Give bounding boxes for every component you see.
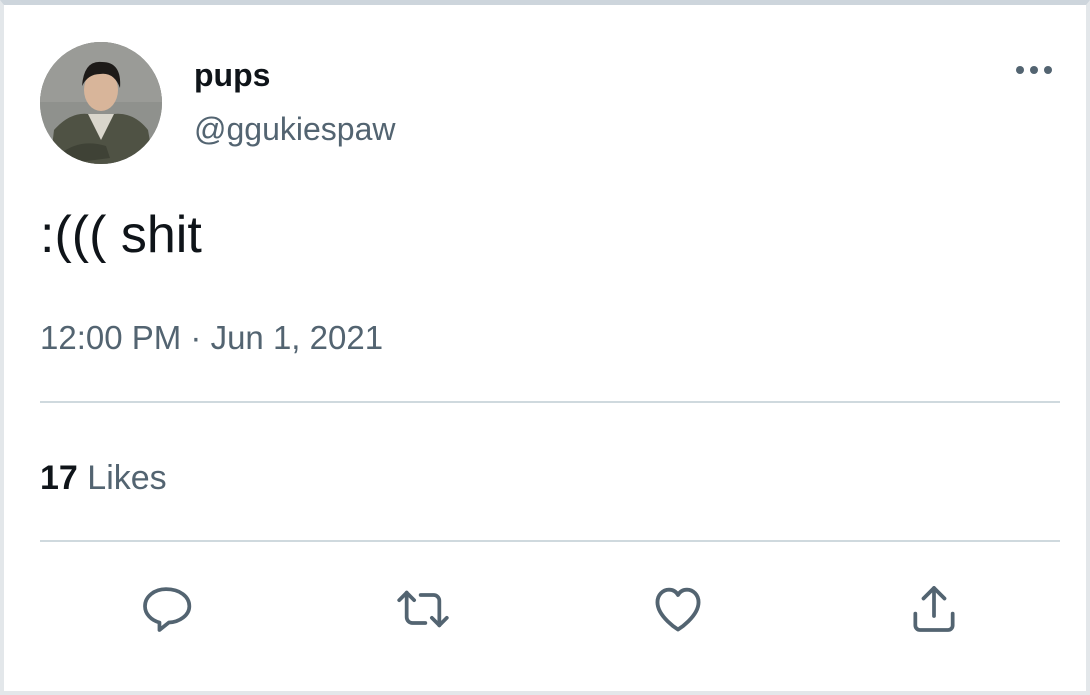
user-handle[interactable]: @ggukiespaw <box>194 111 395 148</box>
reply-button[interactable] <box>134 577 198 641</box>
share-icon <box>913 586 955 632</box>
tweet-text: :((( shit <box>40 206 202 264</box>
tweet-card: pups @ggukiespaw :((( shit 12:00 PM · Ju… <box>0 0 1090 695</box>
heart-icon <box>655 587 701 632</box>
retweet-icon <box>397 590 449 628</box>
tweet-timestamp[interactable]: 12:00 PM · Jun 1, 2021 <box>40 319 383 357</box>
retweet-button[interactable] <box>391 577 455 641</box>
display-name[interactable]: pups <box>194 57 270 94</box>
more-horizontal-icon <box>1016 66 1052 74</box>
share-button[interactable] <box>902 577 966 641</box>
more-options-button[interactable] <box>1010 57 1058 83</box>
likes-stat[interactable]: 17 Likes <box>40 459 167 498</box>
avatar[interactable] <box>40 42 162 164</box>
avatar-photo <box>40 42 162 164</box>
likes-count: 17 <box>40 459 78 497</box>
like-button[interactable] <box>646 577 710 641</box>
reply-icon <box>143 587 192 632</box>
likes-label: Likes <box>87 459 167 497</box>
divider <box>40 401 1060 403</box>
divider <box>40 540 1060 542</box>
